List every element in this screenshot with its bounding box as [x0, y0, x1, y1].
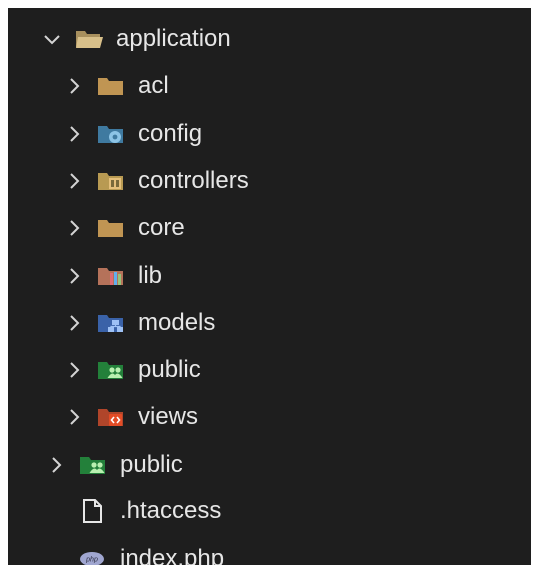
tree-item-label: .htaccess: [120, 497, 222, 524]
file-icon: [78, 498, 108, 524]
chevron-right-icon[interactable]: [64, 405, 84, 429]
chevron-right-icon[interactable]: [64, 169, 84, 193]
php-file-icon: php: [78, 546, 108, 565]
tree-item-label: views: [138, 403, 199, 430]
tree-item-label: index.php: [120, 545, 225, 566]
svg-text:php: php: [85, 557, 98, 564]
chevron-right-icon[interactable]: [64, 216, 84, 240]
tree-item-models[interactable]: models: [8, 303, 531, 343]
chevron-down-icon[interactable]: [42, 27, 62, 51]
tree-item-core[interactable]: core: [8, 208, 531, 248]
tree-item-index-php[interactable]: php index.php: [8, 539, 531, 565]
folder-icon: [96, 215, 126, 241]
tree-item-views[interactable]: views: [8, 397, 531, 437]
tree-item-public-nested[interactable]: public: [8, 350, 531, 390]
folder-open-icon: [74, 26, 104, 52]
tree-item-label: core: [138, 214, 185, 241]
folder-lib-icon: [96, 263, 126, 289]
folder-public-icon: [78, 452, 108, 478]
chevron-right-icon[interactable]: [64, 74, 84, 98]
chevron-right-icon[interactable]: [64, 311, 84, 335]
explorer-panel: application acl config controllers core …: [8, 8, 531, 565]
tree-item-application[interactable]: application: [8, 19, 531, 59]
tree-item-acl[interactable]: acl: [8, 66, 531, 106]
tree-item-label: application: [116, 25, 231, 52]
folder-controllers-icon: [96, 168, 126, 194]
tree-item-controllers[interactable]: controllers: [8, 161, 531, 201]
tree-item-label: public: [120, 451, 183, 478]
tree-item-label: models: [138, 309, 216, 336]
tree-item-label: acl: [138, 72, 169, 99]
folder-public-icon: [96, 357, 126, 383]
tree-item-label: lib: [138, 262, 163, 289]
tree-item-htaccess[interactable]: .htaccess: [8, 491, 531, 531]
folder-icon: [96, 73, 126, 99]
chevron-right-icon[interactable]: [64, 122, 84, 146]
tree-item-label: public: [138, 356, 201, 383]
chevron-right-icon[interactable]: [64, 358, 84, 382]
tree-item-label: config: [138, 120, 203, 147]
folder-models-icon: [96, 310, 126, 336]
folder-config-icon: [96, 121, 126, 147]
chevron-right-icon[interactable]: [64, 264, 84, 288]
tree-item-label: controllers: [138, 167, 249, 194]
tree-item-lib[interactable]: lib: [8, 256, 531, 296]
tree-item-public[interactable]: public: [8, 445, 531, 485]
chevron-right-icon[interactable]: [46, 453, 66, 477]
tree-item-config[interactable]: config: [8, 114, 531, 154]
folder-views-icon: [96, 404, 126, 430]
